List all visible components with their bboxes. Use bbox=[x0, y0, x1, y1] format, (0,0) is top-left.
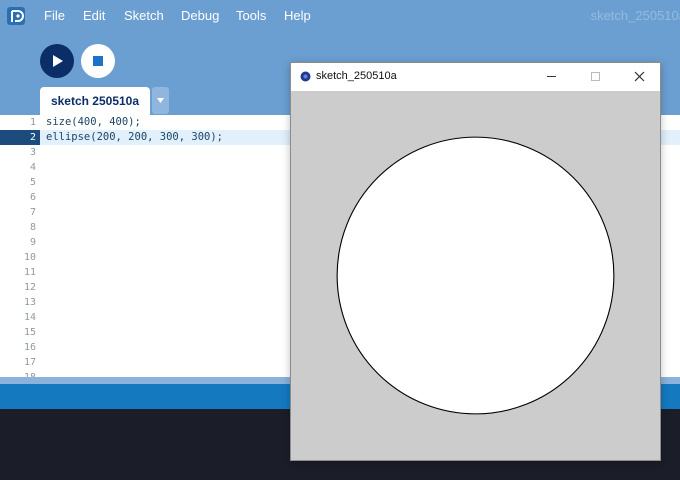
close-button[interactable] bbox=[617, 63, 661, 91]
sketch-window[interactable]: sketch_250510a bbox=[290, 62, 661, 461]
sketch-window-title: sketch_250510a bbox=[316, 70, 397, 82]
code-line[interactable]: size(400, 400); bbox=[46, 115, 141, 130]
line-number: 7 bbox=[29, 207, 36, 218]
sketch-window-titlebar[interactable]: sketch_250510a bbox=[291, 63, 660, 91]
line-number: 11 bbox=[23, 267, 36, 278]
chevron-down-icon bbox=[157, 98, 164, 103]
stop-button[interactable] bbox=[81, 44, 115, 78]
minimize-icon bbox=[547, 76, 556, 77]
line-number: 9 bbox=[29, 237, 36, 248]
processing-app-icon bbox=[300, 71, 311, 82]
line-number: 15 bbox=[23, 327, 36, 338]
line-number: 2 bbox=[29, 132, 36, 143]
sketch-drawing bbox=[291, 91, 660, 460]
code-line[interactable]: ellipse(200, 200, 300, 300); bbox=[46, 130, 223, 145]
line-number: 10 bbox=[23, 252, 36, 263]
ide-window-title: sketch_250510a bbox=[590, 8, 680, 23]
sketch-canvas[interactable] bbox=[291, 91, 660, 460]
line-number: 5 bbox=[29, 177, 36, 188]
processing-logo-icon bbox=[7, 7, 25, 25]
menubar: File Edit Sketch Debug Tools Help sketch… bbox=[0, 0, 680, 32]
line-number-gutter: 123456789101112131415161718 bbox=[0, 115, 40, 377]
menu-sketch[interactable]: Sketch bbox=[124, 8, 164, 23]
tab-sketch[interactable]: sketch 250510a bbox=[40, 87, 150, 115]
line-number: 8 bbox=[29, 222, 36, 233]
minimize-button[interactable] bbox=[529, 63, 573, 91]
play-icon bbox=[53, 55, 63, 67]
menu-file[interactable]: File bbox=[44, 8, 65, 23]
tab-menu-button[interactable] bbox=[152, 87, 169, 114]
line-number: 12 bbox=[23, 282, 36, 293]
line-number: 6 bbox=[29, 192, 36, 203]
line-number: 18 bbox=[0, 370, 36, 377]
menu-debug[interactable]: Debug bbox=[181, 8, 219, 23]
maximize-icon bbox=[591, 72, 600, 81]
menu-edit[interactable]: Edit bbox=[83, 8, 105, 23]
line-number: 1 bbox=[29, 117, 36, 128]
maximize-button[interactable] bbox=[573, 63, 617, 91]
line-number: 3 bbox=[29, 147, 36, 158]
stop-icon bbox=[93, 56, 103, 66]
line-number: 17 bbox=[23, 357, 36, 368]
line-number: 13 bbox=[23, 297, 36, 308]
run-button[interactable] bbox=[40, 44, 74, 78]
ellipse-shape bbox=[336, 136, 615, 415]
menu-help[interactable]: Help bbox=[284, 8, 311, 23]
close-icon bbox=[634, 71, 645, 82]
line-number: 4 bbox=[29, 162, 36, 173]
line-number: 14 bbox=[23, 312, 36, 323]
menu-tools[interactable]: Tools bbox=[236, 8, 266, 23]
line-number: 16 bbox=[23, 342, 36, 353]
